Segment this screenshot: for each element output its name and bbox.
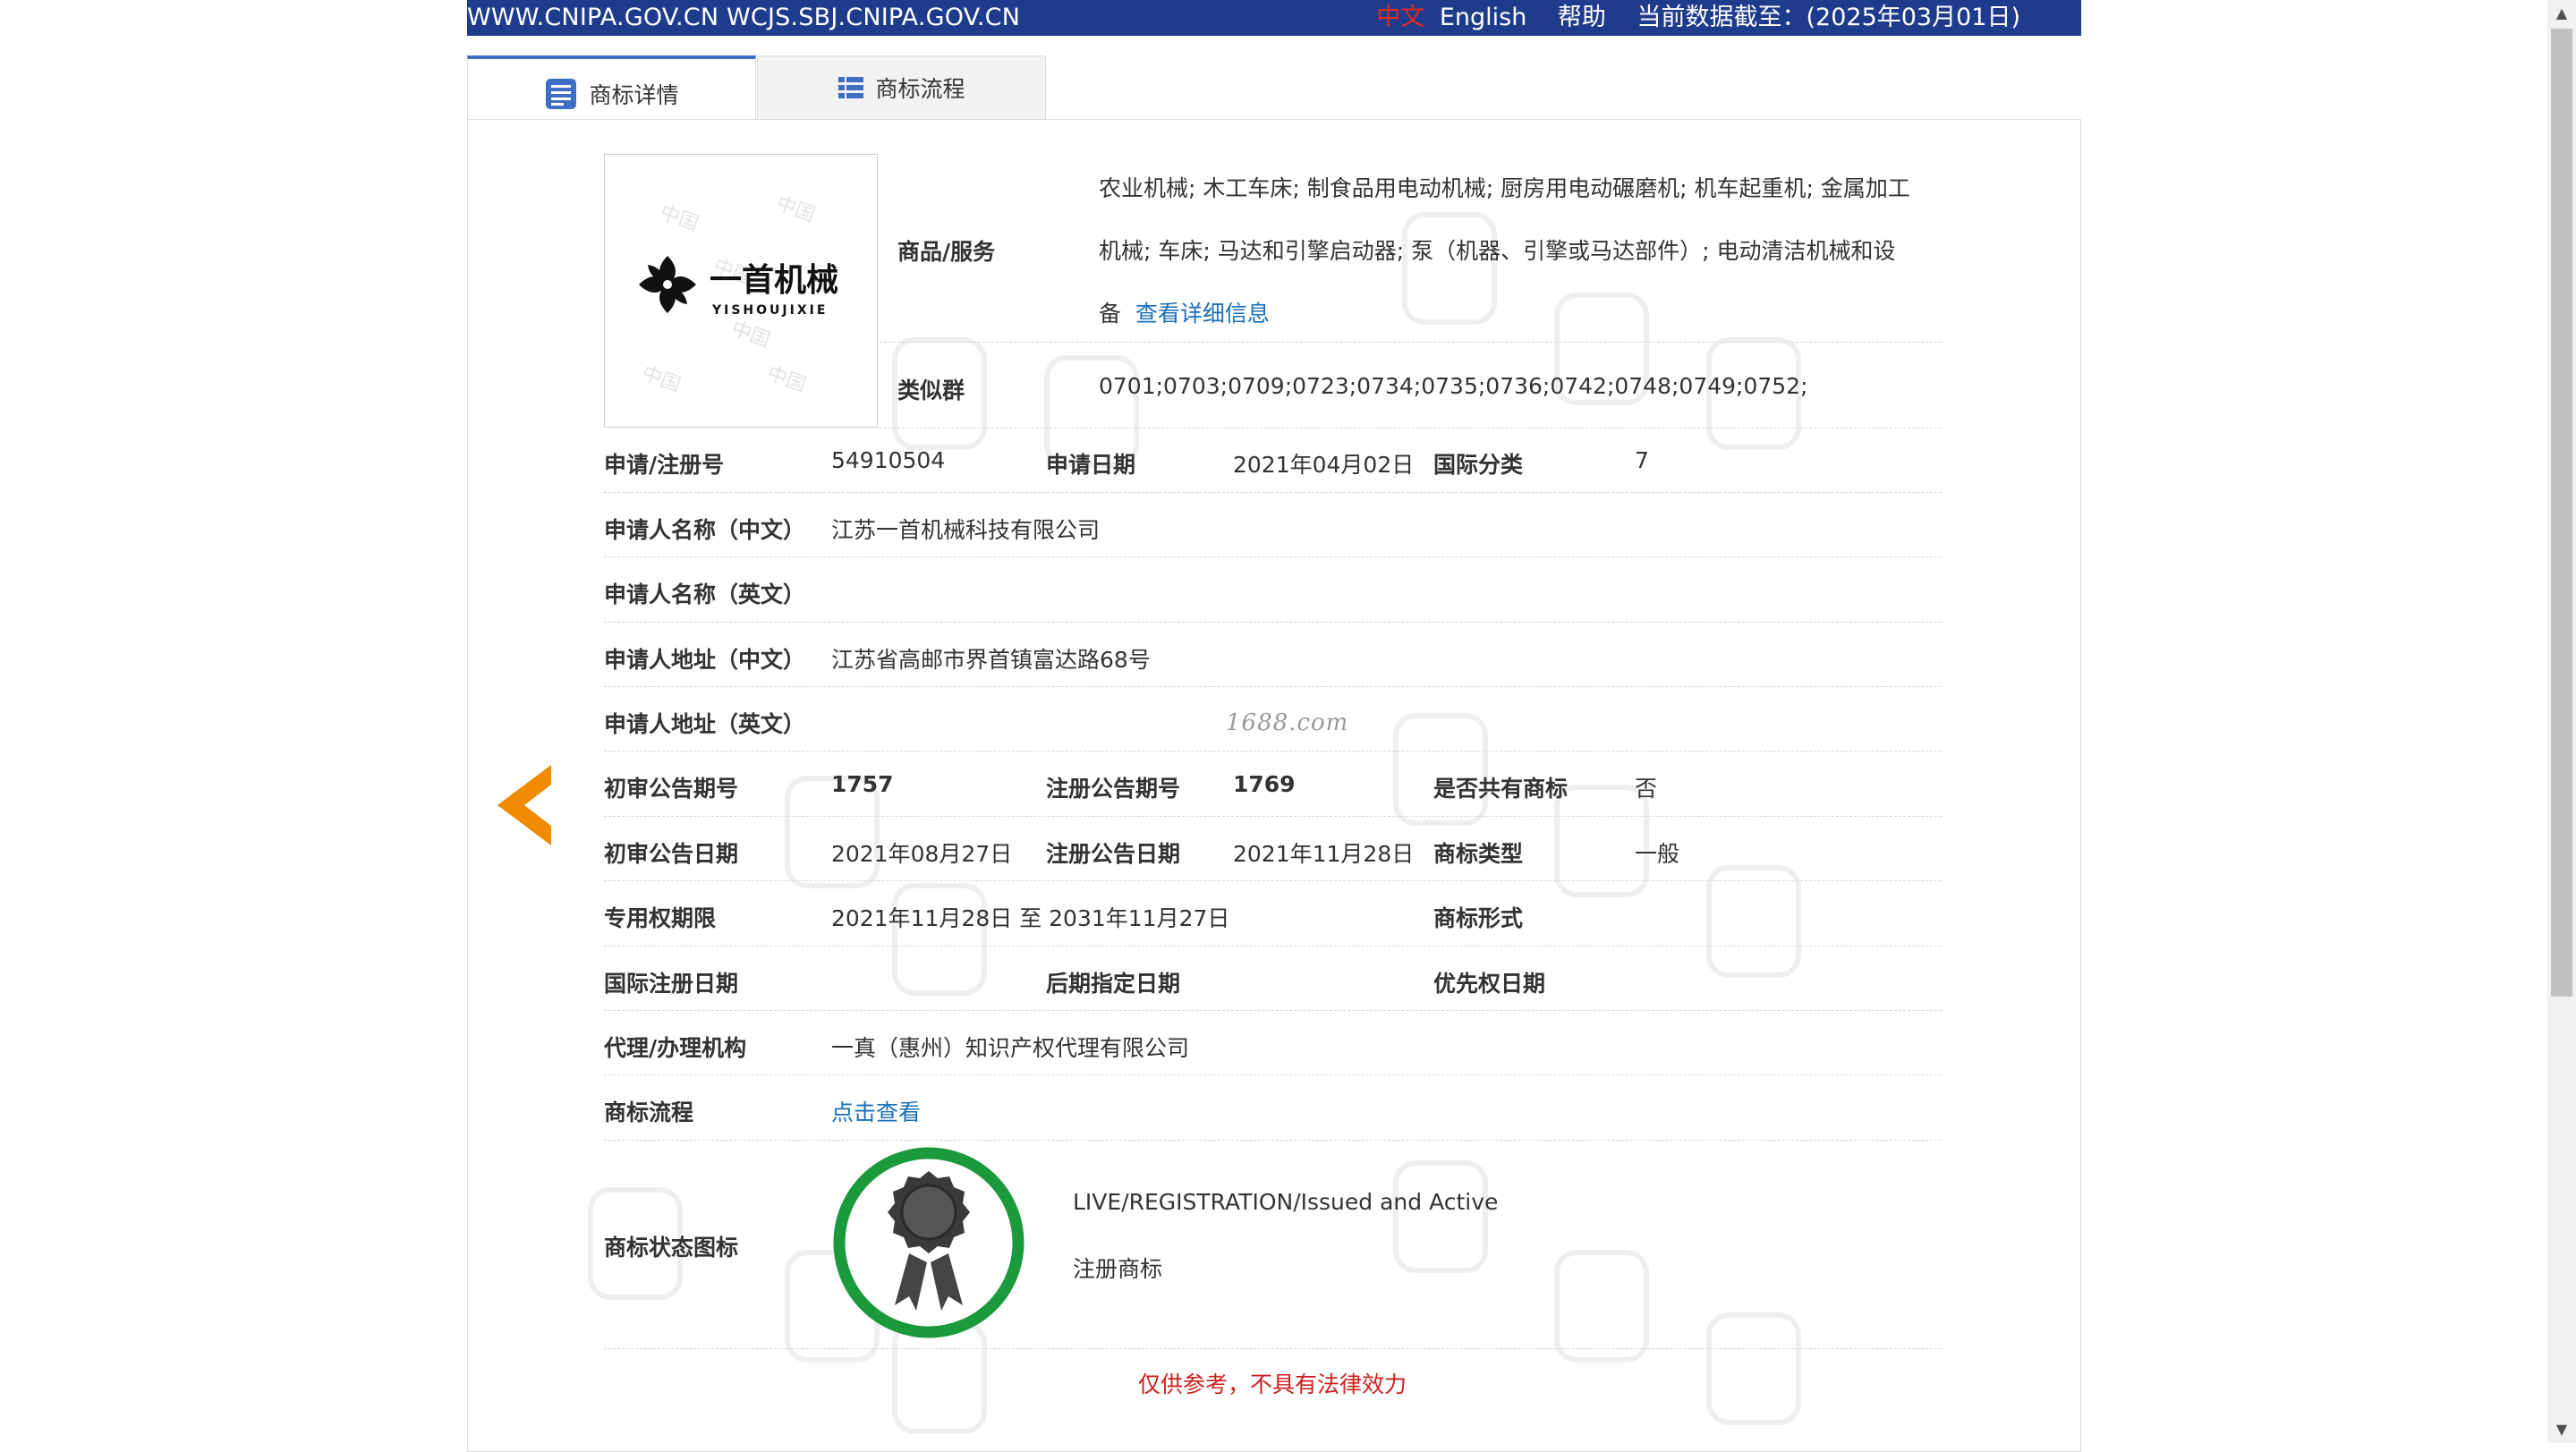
intl-reg-date-label: 国际注册日期 [604, 971, 739, 997]
applicant-en-label: 申请人名称（英文） [604, 582, 806, 607]
table-row: 代理/办理机构 一真（惠州）知识产权代理有限公司 [604, 1011, 1942, 1075]
tm-type-label: 商标类型 [1433, 841, 1524, 867]
table-row: 国际注册日期 后期指定日期 优先权日期 [604, 947, 1942, 1011]
svg-text:中国: 中国 [657, 201, 701, 236]
trademark-logo-icon: 中国 中国 中国 中国 中国 中国 一首机械 YISHOUJIXIE [639, 192, 838, 397]
priority-date-label: 优先权日期 [1433, 971, 1546, 997]
prelim-date-label: 初审公告日期 [604, 841, 739, 867]
exclusive-value: 2021年11月28日 至 2031年11月27日 [831, 905, 1230, 931]
reg-notice-no-label: 注册公告期号 [1046, 776, 1181, 802]
reg-no-value: 54910504 [831, 447, 946, 473]
view-details-link[interactable]: 查看详细信息 [1135, 301, 1270, 327]
intl-class-value: 7 [1635, 447, 1649, 473]
applicant-cn-value: 江苏一首机械科技有限公司 [831, 517, 1101, 543]
agent-value: 一真（惠州）知识产权代理有限公司 [831, 1035, 1190, 1061]
status-icon-label: 商标状态图标 [604, 1235, 739, 1261]
site-watermark-text: 1688.com [1226, 709, 1349, 736]
vertical-scrollbar[interactable]: ▲ ▼ [2547, 0, 2576, 1443]
table-row: 申请人地址（中文） 江苏省高邮市界首镇富达路68号 [604, 623, 1942, 687]
similar-group-value: 0701;0703;0709;0723;0734;0735;0736;0742;… [1099, 373, 1808, 399]
prelim-date-value: 2021年08月27日 [831, 841, 1013, 867]
table-row: 申请人名称（英文） [604, 557, 1942, 623]
scroll-up-icon[interactable]: ▲ [2547, 0, 2576, 27]
svg-text:中国: 中国 [639, 362, 684, 397]
address-cn-label: 申请人地址（中文） [604, 647, 806, 673]
table-row: 商标流程 点击查看 [604, 1075, 1942, 1141]
apply-date-value: 2021年04月02日 [1233, 452, 1415, 478]
table-row: 商标状态图标 LIVE/REGISTRATION/Issued and Acti… [604, 1141, 1942, 1349]
tm-form-label: 商标形式 [1433, 905, 1524, 931]
goods-services-value: 农业机械; 木工车床; 制食品用电动机械; 厨房用电动碾磨机; 机车起重机; 金… [1099, 157, 1931, 345]
svg-text:中国: 中国 [764, 362, 809, 397]
agent-label: 代理/办理机构 [604, 1035, 747, 1061]
shared-label: 是否共有商标 [1433, 776, 1569, 802]
address-en-label: 申请人地址（英文） [604, 711, 806, 737]
table-row: 初审公告期号 1757 注册公告期号 1769 是否共有商标 否 [604, 751, 1942, 817]
divider [880, 342, 1942, 343]
intl-class-label: 国际分类 [1433, 452, 1524, 478]
prelim-no-value: 1757 [831, 771, 894, 797]
flow-label: 商标流程 [604, 1100, 694, 1125]
reg-notice-no-value: 1769 [1233, 771, 1296, 797]
reg-notice-date-label: 注册公告日期 [1046, 841, 1181, 867]
tm-type-value: 一般 [1635, 841, 1680, 867]
previous-arrow-icon[interactable] [497, 765, 553, 849]
scroll-down-icon[interactable]: ▼ [2547, 1416, 2576, 1443]
svg-text:中国: 中国 [773, 192, 818, 227]
reg-no-label: 申请/注册号 [604, 452, 725, 478]
goods-services-label: 商品/服务 [897, 239, 996, 265]
exclusive-label: 专用权期限 [604, 905, 717, 931]
shared-value: 否 [1635, 776, 1658, 802]
table-row: 初审公告日期 2021年08月27日 注册公告日期 2021年11月28日 商标… [604, 817, 1942, 881]
view-flow-link[interactable]: 点击查看 [831, 1095, 921, 1127]
svg-text:中国: 中国 [728, 318, 773, 352]
similar-group-label: 类似群 [897, 378, 965, 403]
table-row: 申请人名称（中文） 江苏一首机械科技有限公司 [604, 493, 1942, 557]
address-cn-value: 江苏省高邮市界首镇富达路68号 [831, 647, 1151, 673]
logo-text-en: YISHOUJIXIE [711, 303, 828, 318]
trademark-logo-image: 中国 中国 中国 中国 中国 中国 一首机械 YISHOUJIXIE [604, 154, 878, 428]
reg-notice-date-value: 2021年11月28日 [1233, 841, 1415, 867]
table-row: 专用权期限 2021年11月28日 至 2031年11月27日 商标形式 [604, 881, 1942, 947]
later-date-label: 后期指定日期 [1046, 971, 1181, 997]
apply-date-label: 申请日期 [1046, 452, 1136, 478]
logo-text-cn: 一首机械 [710, 261, 838, 299]
prelim-no-label: 初审公告期号 [604, 776, 739, 802]
disclaimer-text: 仅供参考，不具有法律效力 [1138, 1371, 1407, 1397]
scrollbar-thumb[interactable] [2551, 29, 2572, 997]
registered-seal-icon [832, 1146, 1025, 1343]
applicant-cn-label: 申请人名称（中文） [604, 517, 806, 543]
status-cn-text: 注册商标 [1073, 1256, 1163, 1282]
status-en-text: LIVE/REGISTRATION/Issued and Active [1073, 1189, 1499, 1215]
table-row: 申请/注册号 54910504 申请日期 2021年04月02日 国际分类 7 [604, 428, 1942, 493]
